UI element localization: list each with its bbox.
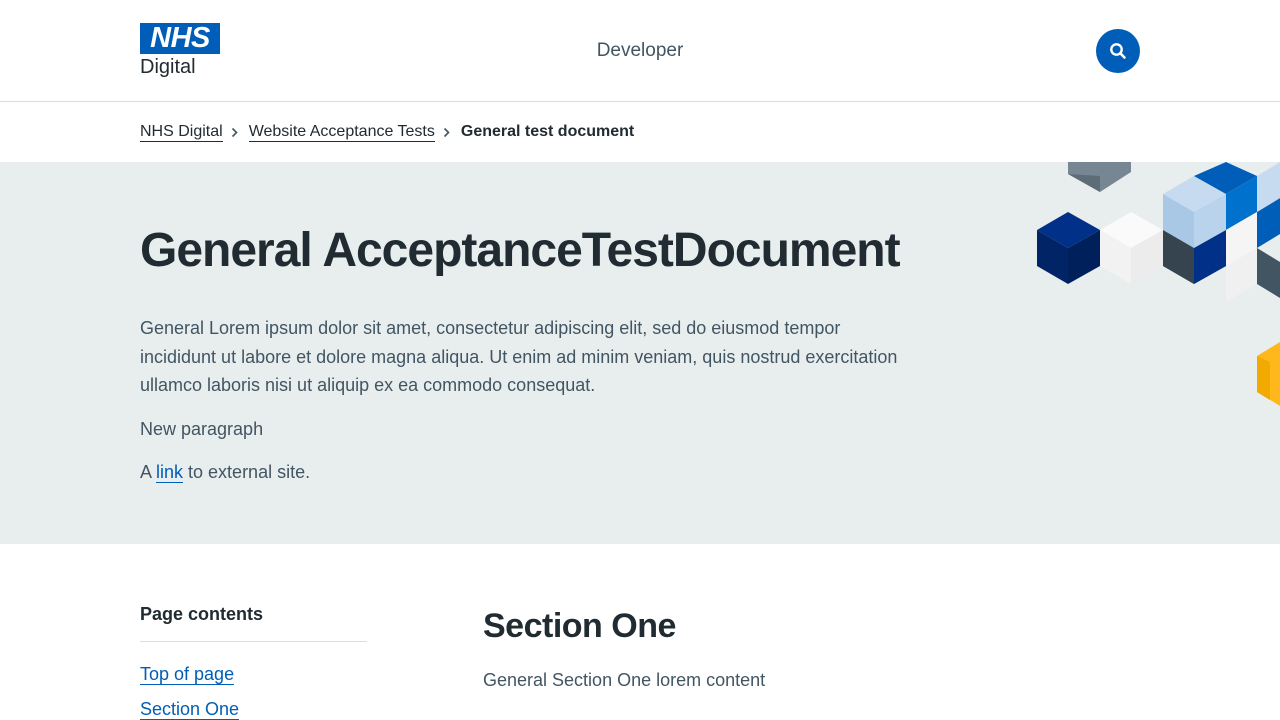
page-contents-nav: Page contents Top of page Section One bbox=[140, 604, 367, 720]
section-heading: Section One bbox=[483, 607, 676, 645]
chevron-right-icon bbox=[443, 127, 450, 138]
hero-paragraph: New paragraph bbox=[140, 418, 264, 439]
section-text: General Section One lorem content bbox=[483, 670, 766, 690]
breadcrumb-link-nhs-digital[interactable]: NHS Digital bbox=[140, 123, 223, 142]
decorative-cubes-graphic bbox=[1037, 162, 1280, 406]
search-button[interactable] bbox=[1096, 29, 1140, 73]
content-section: Page contents Top of page Section One Se… bbox=[0, 544, 1280, 720]
breadcrumb: NHS Digital Website Acceptance Tests Gen… bbox=[0, 102, 1280, 162]
toc-link-section-one[interactable]: Section One bbox=[140, 699, 240, 720]
main-content: Section One General Section One lorem co… bbox=[483, 604, 765, 691]
page-title: General AcceptanceTestDocument bbox=[140, 224, 901, 277]
toc-link-top-of-page[interactable]: Top of page bbox=[140, 664, 235, 685]
site-title[interactable]: Developer bbox=[0, 40, 1280, 62]
search-icon bbox=[1110, 43, 1126, 59]
chevron-right-icon bbox=[231, 127, 238, 138]
hero-text-before-link: A bbox=[140, 462, 157, 482]
hero-lead-paragraph: General Lorem ipsum dolor sit amet, cons… bbox=[140, 318, 898, 395]
page-contents-title: Page contents bbox=[140, 604, 367, 642]
hero-banner: General AcceptanceTestDocument General L… bbox=[0, 162, 1280, 544]
external-site-link[interactable]: link bbox=[156, 462, 184, 483]
breadcrumb-link-website-acceptance-tests[interactable]: Website Acceptance Tests bbox=[248, 123, 435, 142]
site-header: NHS Digital Developer bbox=[0, 0, 1280, 102]
hero-text-after-link: to external site. bbox=[183, 462, 311, 482]
breadcrumb-current: General test document bbox=[460, 123, 635, 140]
hero-link-paragraph: A link to external site. bbox=[140, 458, 900, 487]
